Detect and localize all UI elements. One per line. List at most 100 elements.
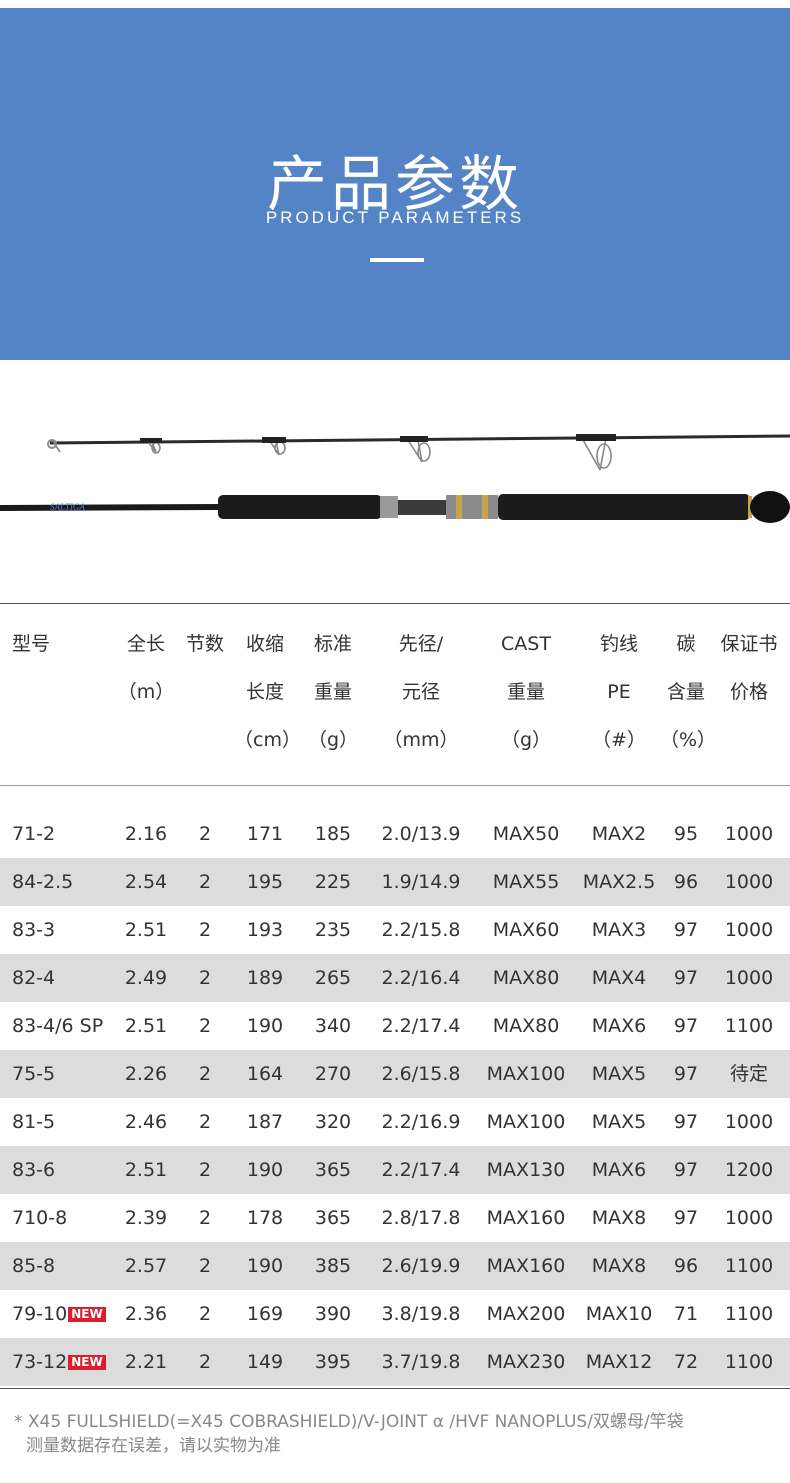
cell-length: 2.16 [124, 823, 168, 845]
cell-pe: MAX4 [591, 967, 647, 989]
cell-length: 2.21 [124, 1351, 168, 1373]
cell-weight: 385 [314, 1255, 352, 1277]
cell-price: 1000 [724, 1111, 774, 1133]
cell-tip-butt: 2.6/15.8 [381, 1063, 461, 1085]
cell-weight: 225 [314, 871, 352, 893]
cell-price: 1100 [724, 1255, 774, 1277]
cell-closed: 193 [246, 919, 284, 941]
cell-sections: 2 [198, 1303, 212, 1325]
table-row: 83-6 2.51 2 190 365 2.2/17.4 MAX130 MAX6 97 1200 [0, 1146, 790, 1194]
header-model: 型号 [12, 633, 51, 655]
cell-weight: 365 [314, 1207, 352, 1229]
model-text: 83-4/6 SP [12, 1015, 104, 1037]
cell-sections: 2 [198, 823, 212, 845]
cell-tip-butt: 2.0/13.9 [381, 823, 461, 845]
cell-sections: 2 [198, 1015, 212, 1037]
cell-length: 2.26 [124, 1063, 168, 1085]
cell-cast: MAX55 [492, 871, 560, 893]
cell-model: 84-2.5 [12, 858, 116, 906]
cell-tip-butt: 2.2/17.4 [381, 1015, 461, 1037]
cell-weight: 235 [314, 919, 352, 941]
cell-weight: 270 [314, 1063, 352, 1085]
cell-pe: MAX5 [591, 1063, 647, 1085]
model-text: 81-5 [12, 1111, 56, 1133]
model-text: 82-4 [12, 967, 56, 989]
cell-closed: 190 [246, 1255, 284, 1277]
cell-sections: 2 [198, 1063, 212, 1085]
model-text: 71-2 [12, 823, 56, 845]
footnote-features: * X45 FULLSHIELD(=X45 COBRASHIELD)/V-JOI… [14, 1412, 684, 1432]
cell-pe: MAX12 [585, 1351, 653, 1373]
cell-carbon: 95 [673, 823, 699, 845]
table-row: 710-8 2.39 2 178 365 2.8/17.8 MAX160 MAX8 97 1000 [0, 1194, 790, 1242]
cell-model: 81-5 [12, 1098, 116, 1146]
cell-pe: MAX5 [591, 1111, 647, 1133]
cell-price: 1200 [724, 1159, 774, 1181]
table-row: 71-2 2.16 2 171 185 2.0/13.9 MAX50 MAX2 95 1000 [0, 810, 790, 858]
table-row: 73-12 NEW 2.21 2 149 395 3.7/19.8 MAX230 MAX12 72… [0, 1338, 790, 1386]
cell-sections: 2 [198, 871, 212, 893]
cell-closed: 164 [246, 1063, 284, 1085]
cell-weight: 365 [314, 1159, 352, 1181]
cell-model: 75-5 [12, 1050, 116, 1098]
cell-model: 71-2 [12, 810, 116, 858]
cell-tip-butt: 3.8/19.8 [381, 1303, 461, 1325]
model-text: 83-3 [12, 919, 56, 941]
cell-tip-butt: 2.2/16.4 [381, 967, 461, 989]
cell-price: 1000 [724, 919, 774, 941]
cell-weight: 185 [314, 823, 352, 845]
cell-sections: 2 [198, 967, 212, 989]
cell-model: 79-10 NEW [12, 1290, 116, 1338]
model-text: 73-12 [12, 1351, 68, 1373]
cell-price: 1100 [724, 1351, 774, 1373]
header-price: 保证书 价格 [720, 633, 778, 703]
footnote-disclaimer: 测量数据存在误差，请以实物为准 [26, 1436, 281, 1456]
cell-cast: MAX60 [492, 919, 560, 941]
cell-price: 1000 [724, 1207, 774, 1229]
cell-closed: 187 [246, 1111, 284, 1133]
cell-model: 82-4 [12, 954, 116, 1002]
table-row: 82-4 2.49 2 189 265 2.2/16.4 MAX80 MAX4 97 1000 [0, 954, 790, 1002]
cell-cast: MAX100 [486, 1111, 566, 1133]
cell-sections: 2 [198, 1159, 212, 1181]
rod-brand-label: SALTIGA [50, 502, 85, 512]
header-closed-length: 收缩 长度 （cm） [234, 633, 301, 751]
table-row: 75-5 2.26 2 164 270 2.6/15.8 MAX100 MAX5 97 待定 [0, 1050, 790, 1098]
cell-length: 2.36 [124, 1303, 168, 1325]
cell-tip-butt: 3.7/19.8 [381, 1351, 461, 1373]
cell-tip-butt: 2.8/17.8 [381, 1207, 461, 1229]
page-subtitle: PRODUCT PARAMETERS [265, 208, 525, 227]
cell-cast: MAX160 [486, 1207, 566, 1229]
new-badge: NEW [68, 1355, 106, 1370]
cell-carbon: 97 [673, 1207, 699, 1229]
table-row: 83-4/6 SP 2.51 2 190 340 2.2/17.4 MAX80 MAX6 97 1… [0, 1002, 790, 1050]
cell-length: 2.51 [124, 1015, 168, 1037]
cell-carbon: 71 [673, 1303, 699, 1325]
header-length: 全长 （m） [117, 633, 175, 703]
cell-length: 2.54 [124, 871, 168, 893]
cell-weight: 265 [314, 967, 352, 989]
cell-tip-butt: 2.2/17.4 [381, 1159, 461, 1181]
model-text: 84-2.5 [12, 871, 74, 893]
cell-cast: MAX230 [486, 1351, 566, 1373]
cell-carbon: 97 [673, 919, 699, 941]
cell-price: 1000 [724, 871, 774, 893]
cell-tip-butt: 2.2/16.9 [381, 1111, 461, 1133]
cell-carbon: 97 [673, 1063, 699, 1085]
cell-closed: 149 [246, 1351, 284, 1373]
cell-pe: MAX6 [591, 1015, 647, 1037]
header-carbon: 碳 含量 （%） [660, 633, 717, 751]
new-badge: NEW [68, 1307, 106, 1322]
cell-tip-butt: 2.2/15.8 [381, 919, 461, 941]
header-cast-weight: CAST 重量 （g） [500, 633, 552, 751]
cell-pe: MAX10 [585, 1303, 653, 1325]
header-line-pe: 钓线 PE （#） [592, 633, 646, 751]
cell-model: 83-4/6 SP [12, 1002, 116, 1050]
cell-length: 2.57 [124, 1255, 168, 1277]
cell-closed: 169 [246, 1303, 284, 1325]
cell-model: 85-8 [12, 1242, 116, 1290]
header-tip-butt: 先径/ 元径 （mm） [383, 633, 459, 751]
cell-pe: MAX3 [591, 919, 647, 941]
cell-carbon: 97 [673, 1159, 699, 1181]
cell-pe: MAX6 [591, 1159, 647, 1181]
